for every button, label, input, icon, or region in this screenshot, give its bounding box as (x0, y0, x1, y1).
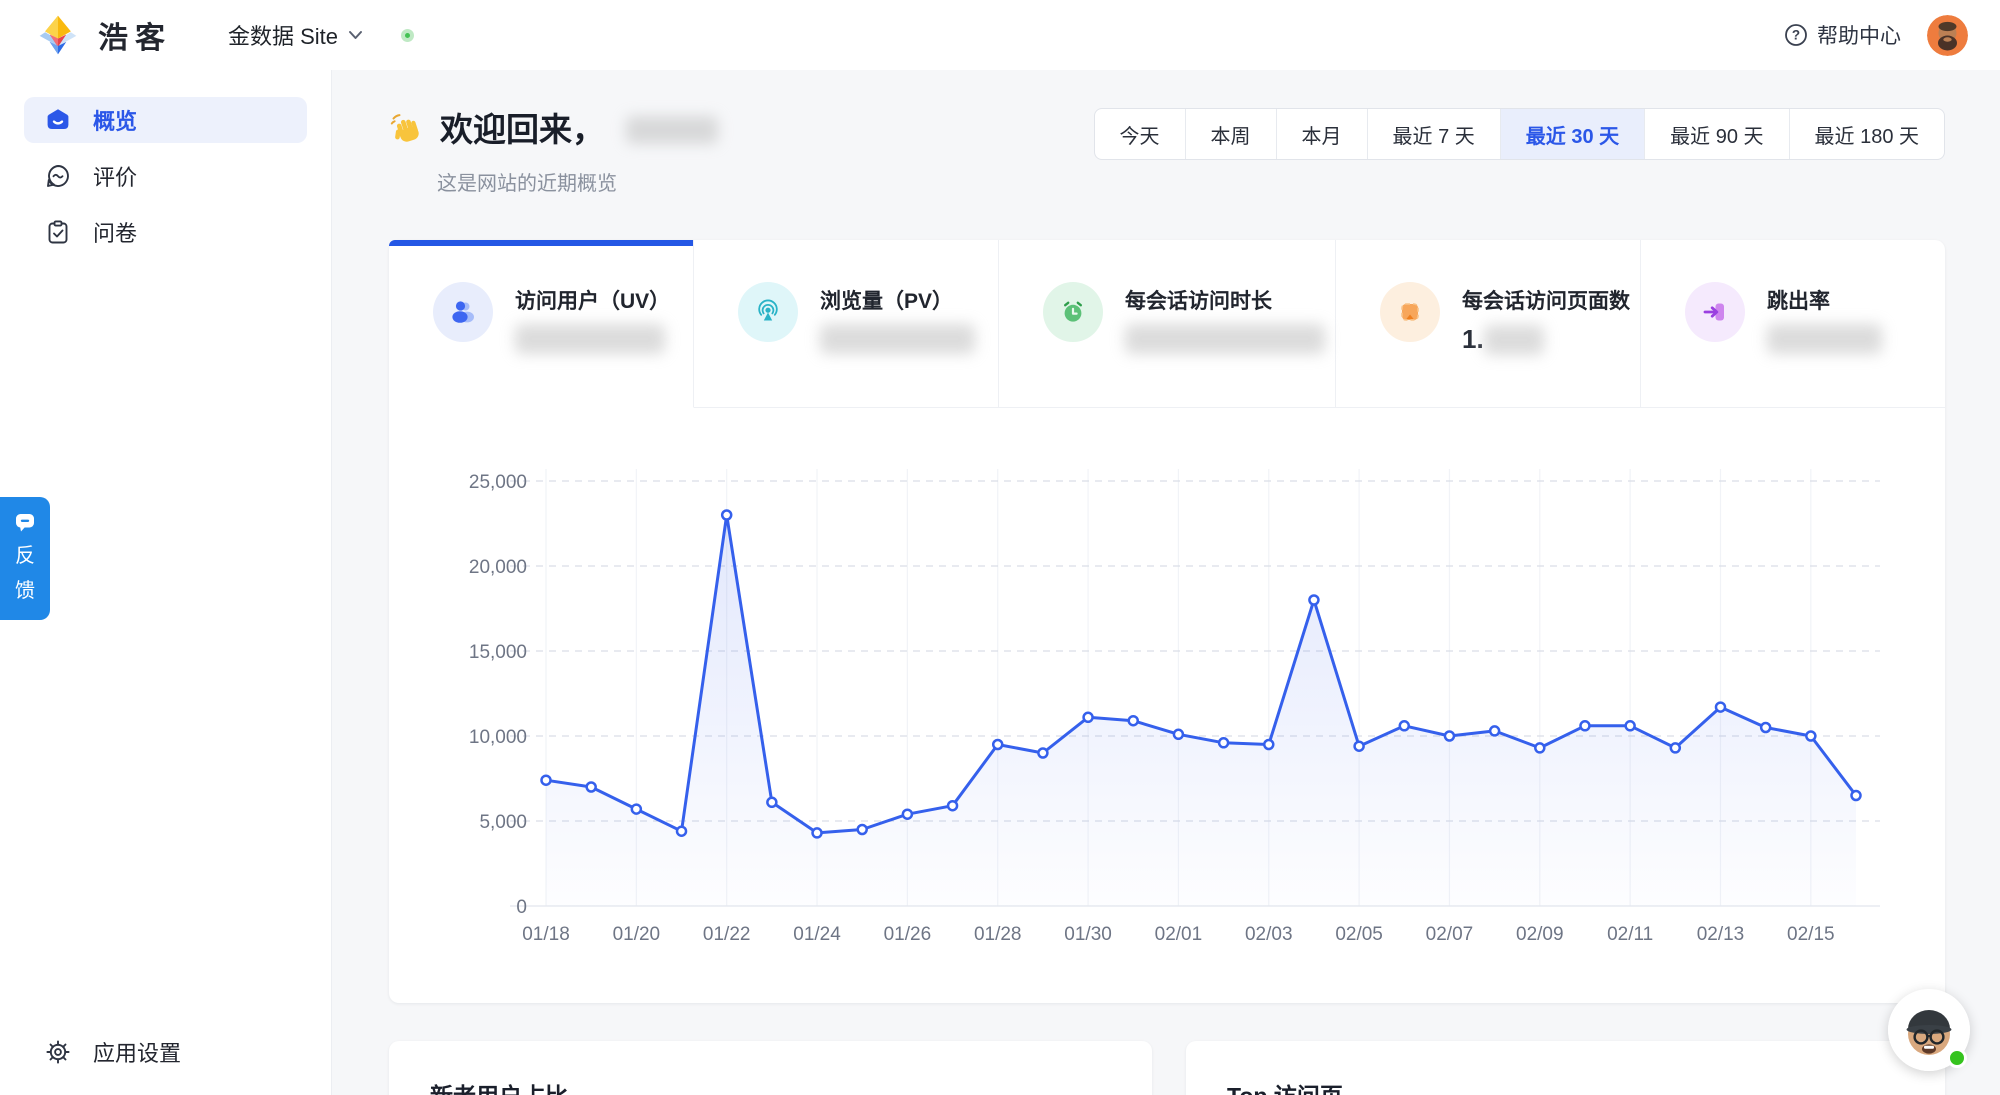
svg-text:20,000: 20,000 (469, 557, 527, 578)
svg-text:01/22: 01/22 (703, 924, 751, 945)
top-bar: 浩客 金数据 Site ? 帮助中心 (0, 0, 2000, 70)
time-range-today[interactable]: 今天 (1095, 109, 1185, 159)
top-pages-panel: Top 访问页 (1186, 1041, 1945, 1095)
stat-tab-uv[interactable]: 访问用户（UV） (389, 240, 694, 408)
feedback-label-char: 反 (15, 545, 35, 567)
svg-text:01/26: 01/26 (884, 924, 932, 945)
masked-stat-value (515, 324, 665, 354)
stat-label: 访问用户（UV） (515, 290, 671, 313)
svg-text:15,000: 15,000 (469, 642, 527, 663)
browser-window-icon (1380, 282, 1440, 342)
sidebar-item-label: 应用设置 (93, 1041, 182, 1066)
site-online-status-dot (401, 28, 415, 42)
sidebar-item-label: 概览 (93, 109, 138, 134)
sidebar-item-app-settings[interactable]: 应用设置 (24, 1029, 307, 1075)
svg-text:02/09: 02/09 (1516, 924, 1564, 945)
svg-text:10,000: 10,000 (469, 727, 527, 748)
brand: 浩客 (36, 13, 172, 57)
svg-text:02/03: 02/03 (1245, 924, 1293, 945)
brand-name: 浩客 (98, 22, 172, 55)
svg-text:02/11: 02/11 (1607, 924, 1653, 945)
users-icon (433, 282, 493, 342)
user-avatar[interactable] (1927, 14, 1968, 56)
sidebar-item-label: 评价 (93, 165, 138, 190)
svg-text:25,000: 25,000 (469, 472, 527, 493)
masked-stat-value (820, 324, 975, 354)
svg-text:02/01: 02/01 (1155, 924, 1203, 945)
svg-text:02/13: 02/13 (1697, 924, 1745, 945)
help-center-link[interactable]: ? 帮助中心 (1784, 20, 1901, 50)
page-title: 欢迎回来， (389, 108, 718, 152)
panel-title: Top 访问页 (1227, 1077, 1945, 1095)
main-content: 欢迎回来， 这是网站的近期概览 今天 本周 本月 最近 7 天 最近 30 天 … (332, 70, 2000, 1095)
time-range-30-days[interactable]: 最近 30 天 (1499, 109, 1645, 159)
stat-tab-pv[interactable]: 浏览量（PV） (694, 240, 999, 408)
broadcast-icon (738, 282, 798, 342)
workspace-name: 金数据 Site (228, 24, 339, 49)
stat-tabs: 访问用户（UV） 浏览量（PV） 每会话访问时长 每会话访问页面数 1. 跳出率 (389, 240, 1945, 408)
time-range-selector: 今天 本周 本月 最近 7 天 最近 30 天 最近 90 天 最近 180 天 (1093, 108, 1945, 160)
chat-bubble-icon (44, 163, 71, 190)
stat-label: 每会话访问时长 (1125, 290, 1272, 313)
question-circle-icon: ? (1785, 24, 1807, 46)
overview-icon (44, 107, 71, 134)
masked-stat-value (1125, 324, 1325, 354)
page-subtitle: 这是网站的近期概览 (437, 173, 617, 195)
clipboard-check-icon (44, 219, 71, 246)
sidebar-item-label: 问卷 (93, 221, 138, 246)
feedback-label-char: 馈 (15, 580, 35, 602)
feedback-chat-icon (16, 514, 34, 532)
sidebar-item-reviews[interactable]: 评价 (24, 153, 307, 199)
svg-text:01/28: 01/28 (974, 924, 1022, 945)
time-range-90-days[interactable]: 最近 90 天 (1644, 109, 1788, 159)
svg-text:02/05: 02/05 (1335, 924, 1383, 945)
panel-title: 新老用户占比 (430, 1077, 1152, 1095)
waving-hand-icon (390, 114, 419, 142)
stat-tab-bounce-rate[interactable]: 跳出率 (1641, 240, 1945, 408)
alarm-clock-icon (1043, 282, 1103, 342)
svg-text:0: 0 (516, 897, 527, 918)
support-chat-avatar[interactable] (1888, 989, 1970, 1071)
stat-tab-pages-per-session[interactable]: 每会话访问页面数 1. (1336, 240, 1641, 408)
welcome-greeting: 欢迎回来， (440, 111, 605, 148)
svg-text:01/24: 01/24 (793, 924, 841, 945)
online-status-dot (1947, 1048, 1967, 1068)
svg-text:01/30: 01/30 (1064, 924, 1112, 945)
stat-value-prefix: 1. (1462, 324, 1484, 354)
help-center-label: 帮助中心 (1817, 25, 1901, 48)
sidebar-item-overview[interactable]: 概览 (24, 97, 307, 143)
stat-label: 每会话访问页面数 (1462, 290, 1630, 313)
time-range-180-days[interactable]: 最近 180 天 (1788, 109, 1944, 159)
stat-tab-session-duration[interactable]: 每会话访问时长 (999, 240, 1336, 408)
gear-icon (44, 1039, 71, 1066)
stat-label: 浏览量（PV） (820, 290, 954, 313)
chevron-down-icon (349, 31, 363, 39)
uv-trend-chart: 0 5,000 10,000 15,000 20,000 25,000 01/18 01/20… (469, 469, 1880, 945)
masked-stat-value (1483, 324, 1544, 355)
sidebar-item-surveys[interactable]: 问卷 (24, 209, 307, 255)
masked-stat-value (1767, 324, 1882, 354)
svg-text:?: ? (1792, 28, 1800, 43)
masked-user-name (626, 116, 718, 144)
svg-text:02/07: 02/07 (1426, 924, 1474, 945)
time-range-7-days[interactable]: 最近 7 天 (1366, 109, 1500, 159)
uv-trend-chart-area: 0 5,000 10,000 15,000 20,000 25,000 01/18 01/20… (389, 408, 1945, 1003)
exit-arrow-icon (1685, 282, 1745, 342)
svg-text:01/20: 01/20 (613, 924, 661, 945)
time-range-this-week[interactable]: 本周 (1184, 109, 1276, 159)
new-vs-returning-users-panel: 新老用户占比 (389, 1041, 1152, 1095)
time-range-this-month[interactable]: 本月 (1275, 109, 1367, 159)
howxm-logo-icon (39, 15, 77, 55)
stat-label: 跳出率 (1767, 290, 1830, 313)
svg-text:02/15: 02/15 (1787, 924, 1835, 945)
overview-card: 访问用户（UV） 浏览量（PV） 每会话访问时长 每会话访问页面数 1. 跳出率… (389, 240, 1945, 1003)
svg-text:5,000: 5,000 (479, 812, 527, 833)
workspace-switcher[interactable]: 金数据 Site (228, 19, 363, 51)
feedback-tab[interactable]: 反 馈 (0, 497, 50, 620)
svg-text:01/18: 01/18 (522, 924, 570, 945)
